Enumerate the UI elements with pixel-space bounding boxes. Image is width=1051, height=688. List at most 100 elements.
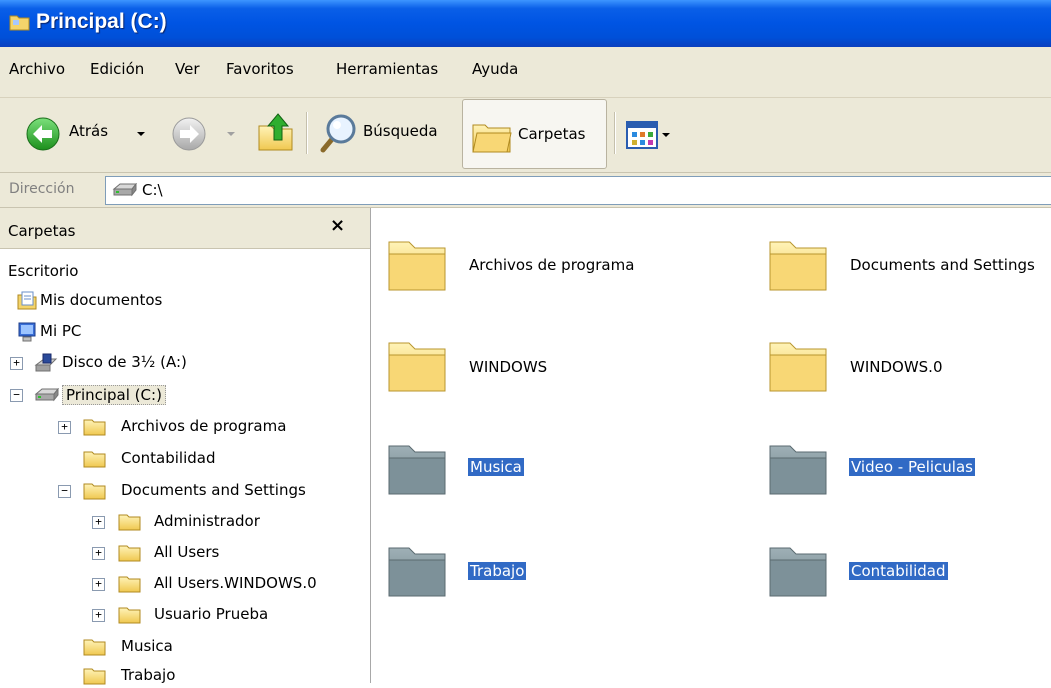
folder-item-trabajo[interactable]: Trabajo <box>385 538 725 608</box>
collapse-minus-icon[interactable]: − <box>10 389 23 402</box>
folder-name: Archivos de programa <box>469 256 635 274</box>
tree-item-label: Musica <box>121 637 173 655</box>
toolbar-separator <box>306 112 308 154</box>
views-dropdown-icon[interactable] <box>662 133 670 137</box>
folder-icon <box>83 639 106 656</box>
back-dropdown-icon[interactable] <box>137 132 145 136</box>
folder-icon <box>83 668 106 685</box>
menu-favoritos[interactable]: Favoritos <box>226 60 294 78</box>
tree-item-all-users[interactable]: + All Users <box>0 541 370 565</box>
folder-name: Musica <box>468 458 524 476</box>
tree-item-label: Archivos de programa <box>121 417 287 435</box>
tree-item-label: All Users <box>154 543 220 561</box>
folder-item-windows[interactable]: WINDOWS <box>385 333 725 403</box>
tree-item-all-users-windows0[interactable]: + All Users.WINDOWS.0 <box>0 572 370 596</box>
expand-plus-icon[interactable]: + <box>92 578 105 591</box>
floppy-icon <box>34 353 58 372</box>
tree-item-label: Escritorio <box>8 262 79 280</box>
folder-name: Contabilidad <box>849 562 948 580</box>
tree-item-archivos-de-programa[interactable]: + Archivos de programa <box>0 415 370 439</box>
tree-item-floppy[interactable]: + Disco de 3½ (A:) <box>0 351 370 375</box>
folders-button[interactable]: Carpetas <box>462 99 607 169</box>
toolbar-separator <box>614 112 616 154</box>
folder-item-video-peliculas[interactable]: Video - Peliculas <box>766 436 1051 506</box>
views-icon[interactable] <box>626 121 658 149</box>
expand-plus-icon[interactable]: + <box>92 609 105 622</box>
tree-item-musica[interactable]: Musica <box>0 635 370 659</box>
folder-icon <box>769 241 827 291</box>
folder-icon <box>388 342 446 392</box>
tree-item-label: Contabilidad <box>121 449 216 467</box>
tree-item-label: Mis documentos <box>40 291 163 309</box>
folder-icon <box>83 419 106 436</box>
tree-item-label: Trabajo <box>121 666 176 684</box>
folders-pane-header: Carpetas × <box>0 208 370 249</box>
folder-item-documents-and-settings[interactable]: Documents and Settings <box>766 232 1051 302</box>
expand-plus-icon[interactable]: + <box>10 357 23 370</box>
tree-item-principal-c[interactable]: − Principal (C:) <box>0 383 370 407</box>
folder-name: Documents and Settings <box>850 256 1035 274</box>
folder-icon <box>118 576 141 593</box>
tree-item-label: Mi PC <box>40 322 82 340</box>
up-folder-icon[interactable] <box>256 112 296 154</box>
folder-icon <box>83 483 106 500</box>
menu-ver[interactable]: Ver <box>175 60 200 78</box>
folder-name: Trabajo <box>468 562 527 580</box>
folder-icon <box>769 342 827 392</box>
forward-dropdown-icon <box>227 132 235 136</box>
folder-item-musica[interactable]: Musica <box>385 436 725 506</box>
close-icon[interactable]: × <box>330 215 345 236</box>
menu-edicion[interactable]: Edición <box>90 60 144 78</box>
toolbar: Atrás Búsqueda Carpetas <box>0 98 1051 173</box>
tree-item-mi-pc[interactable]: Mi PC <box>0 320 370 344</box>
tree-item-label: All Users.WINDOWS.0 <box>154 574 317 592</box>
tree-item-label: Usuario Prueba <box>154 605 269 623</box>
folders-pane: Carpetas × Escritorio Mis documentos Mi … <box>0 208 371 685</box>
tree-item-documents-and-settings[interactable]: − Documents and Settings <box>0 479 370 503</box>
search-button-label[interactable]: Búsqueda <box>363 122 438 140</box>
title-bar[interactable]: Principal (C:) <box>0 0 1051 47</box>
tree-item-label: Principal (C:) <box>62 385 166 405</box>
folder-name: WINDOWS.0 <box>850 358 943 376</box>
back-arrow-icon[interactable] <box>25 116 61 152</box>
tree-item-administrador[interactable]: + Administrador <box>0 510 370 534</box>
my-computer-icon <box>18 322 36 342</box>
address-label: Dirección <box>9 181 75 197</box>
folders-button-label: Carpetas <box>518 125 586 143</box>
menu-herramientas[interactable]: Herramientas <box>336 60 438 78</box>
expand-plus-icon[interactable]: + <box>92 516 105 529</box>
tree-item-trabajo[interactable]: Trabajo <box>0 664 370 688</box>
folder-icon <box>769 547 827 597</box>
expand-plus-icon[interactable]: + <box>92 547 105 560</box>
expand-plus-icon[interactable]: + <box>58 421 71 434</box>
hard-drive-icon <box>34 388 60 402</box>
address-input[interactable]: C:\ <box>105 176 1051 205</box>
window-title: Principal (C:) <box>36 10 167 33</box>
folder-icon <box>388 241 446 291</box>
menu-archivo[interactable]: Archivo <box>9 60 65 78</box>
folder-item-contabilidad[interactable]: Contabilidad <box>766 538 1051 608</box>
tree-item-label: Disco de 3½ (A:) <box>62 353 187 371</box>
folder-name: WINDOWS <box>469 358 548 376</box>
folder-icon <box>83 451 106 468</box>
my-documents-icon <box>17 291 37 310</box>
tree-item-escritorio[interactable]: Escritorio <box>0 260 370 284</box>
folder-item-archivos-de-programa[interactable]: Archivos de programa <box>385 232 725 302</box>
folder-icon <box>388 445 446 495</box>
tree-item-label: Documents and Settings <box>121 481 306 499</box>
back-button-label[interactable]: Atrás <box>69 122 108 140</box>
tree-item-usuario-prueba[interactable]: + Usuario Prueba <box>0 603 370 627</box>
menu-bar: Archivo Edición Ver Favoritos Herramient… <box>0 47 1051 98</box>
folder-icon <box>769 445 827 495</box>
folder-icon <box>118 514 141 531</box>
folder-window-icon <box>9 15 30 31</box>
search-magnifier-icon[interactable] <box>315 112 357 156</box>
address-bar: Dirección C:\ <box>0 173 1051 208</box>
tree-item-mis-documentos[interactable]: Mis documentos <box>0 289 370 313</box>
collapse-minus-icon[interactable]: − <box>58 485 71 498</box>
tree-item-label: Administrador <box>154 512 260 530</box>
folder-item-windows0[interactable]: WINDOWS.0 <box>766 333 1051 403</box>
folders-pane-title: Carpetas <box>8 222 76 240</box>
menu-ayuda[interactable]: Ayuda <box>472 60 518 78</box>
tree-item-contabilidad[interactable]: Contabilidad <box>0 447 370 471</box>
